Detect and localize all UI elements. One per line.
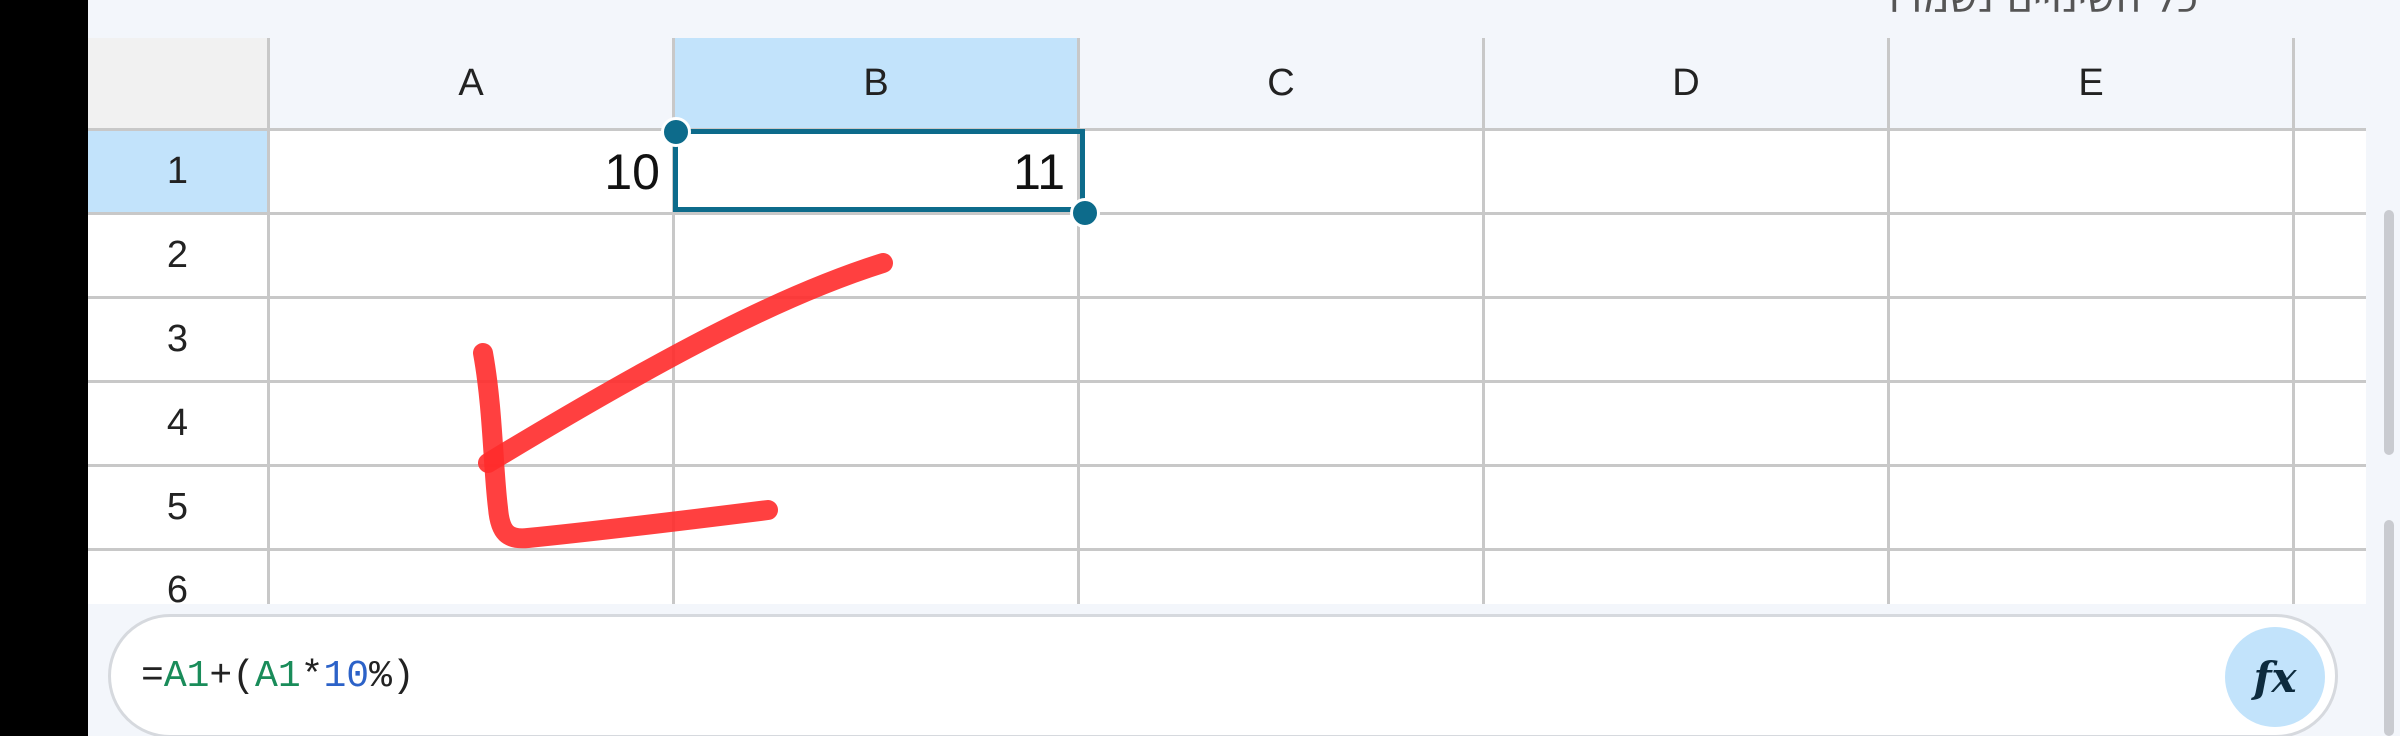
formula-ref-a1: A1 <box>163 655 210 698</box>
formula-operator: +( <box>209 655 256 698</box>
spreadsheet-grid[interactable]: A B C D E 1 2 3 4 5 6 10 11 <box>88 38 2366 604</box>
save-status-text: כל השינויים נשמרו <box>1889 0 2198 22</box>
formula-multiply: * <box>300 655 324 698</box>
red-arrow-annotation <box>473 253 893 549</box>
formula-ref-a1-second: A1 <box>255 655 301 698</box>
formula-equals: = <box>141 655 164 698</box>
formula-bar[interactable]: =A1+(A1*10%) fx <box>108 614 2338 736</box>
formula-percent-close: %) <box>369 655 415 698</box>
vertical-scrollbar[interactable] <box>2384 210 2394 455</box>
formula-number: 10 <box>323 655 370 698</box>
top-bar: כל השינויים נשמרו <box>88 0 2400 38</box>
formula-input[interactable]: =A1+(A1*10%) <box>141 655 415 698</box>
fx-function-button[interactable]: fx <box>2225 627 2325 727</box>
vertical-scrollbar-lower[interactable] <box>2384 520 2394 736</box>
spreadsheet-app: כל השינויים נשמרו A B C D E 1 2 3 4 5 6 … <box>88 0 2400 736</box>
